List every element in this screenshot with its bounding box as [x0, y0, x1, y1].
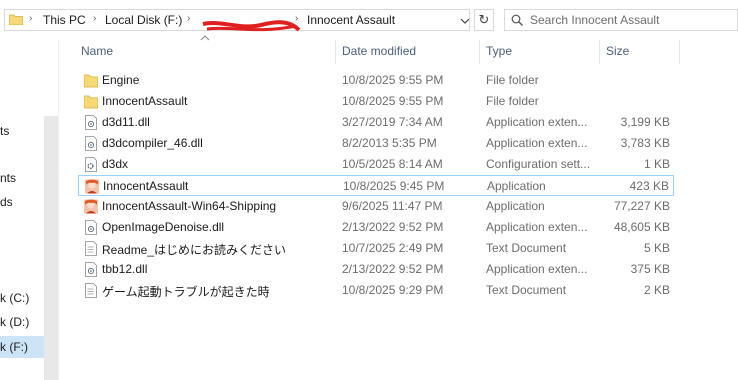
file-size: 375 KB	[630, 262, 670, 276]
file-row[interactable]: d3d11.dll 3/27/2019 7:34 AM Application ex…	[78, 112, 674, 133]
file-name: d3dx	[102, 157, 129, 171]
file-date-modified: 10/8/2025 9:45 PM	[343, 179, 445, 193]
nav-item-drive-c[interactable]: k (C:)	[0, 291, 29, 305]
file-name: OpenImageDenoise.dll	[102, 220, 225, 234]
file-row[interactable]: d3dx 10/5/2025 8:14 AM Configuration sett.…	[78, 154, 674, 175]
nav-scrollbar[interactable]	[44, 116, 58, 380]
file-date-modified: 9/6/2025 11:47 PM	[342, 199, 443, 213]
file-row[interactable]: tbb12.dll 2/13/2022 9:52 PM Application ex…	[78, 259, 674, 280]
file-type: Configuration sett...	[486, 157, 591, 171]
file-date-modified: 10/7/2025 2:49 PM	[342, 241, 444, 255]
file-name: InnocentAssault	[103, 179, 189, 193]
pane-divider[interactable]	[58, 40, 59, 380]
column-header-type[interactable]: Type	[486, 44, 512, 58]
file-size: 48,605 KB	[613, 220, 670, 234]
refresh-icon: ↻	[478, 12, 490, 27]
folder-icon	[84, 95, 98, 109]
refresh-button[interactable]: ↻	[474, 9, 494, 31]
file-row[interactable]: ゲーム起動トラブルが起きた時 10/8/2025 9:29 PM Text Docu…	[78, 280, 674, 301]
chevron-right-icon[interactable]: ›	[295, 13, 298, 24]
file-type: Text Document	[486, 241, 567, 255]
game-app-icon	[85, 179, 99, 194]
column-header-name[interactable]: Name	[81, 44, 113, 58]
file-row[interactable]: Engine 10/8/2025 9:55 PM File folder	[78, 70, 674, 91]
nav-item[interactable]: ts	[0, 124, 9, 138]
file-date-modified: 10/8/2025 9:55 PM	[342, 94, 444, 108]
chevron-right-icon[interactable]: ›	[29, 13, 32, 24]
file-name: d3dcompiler_46.dll	[102, 136, 203, 150]
file-name: tbb12.dll	[102, 262, 148, 276]
file-row[interactable]: d3dcompiler_46.dll 8/2/2013 5:35 PM Applic…	[78, 133, 674, 154]
chevron-right-icon[interactable]: ›	[187, 13, 190, 24]
file-type: Application exten...	[486, 136, 588, 150]
file-name: InnocentAssault	[102, 94, 188, 108]
file-size: 77,227 KB	[613, 199, 670, 213]
search-input[interactable]: Search Innocent Assault	[530, 13, 659, 27]
game-app-icon	[84, 199, 98, 214]
file-name: Engine	[102, 73, 140, 87]
breadcrumb-this-pc[interactable]: This PC	[43, 13, 86, 27]
file-type: Application exten...	[486, 115, 588, 129]
search-icon	[511, 14, 523, 26]
file-date-modified: 2/13/2022 9:52 PM	[342, 262, 444, 276]
chevron-right-icon[interactable]: ›	[93, 13, 96, 24]
file-type: File folder	[486, 73, 539, 87]
redaction-scribble	[202, 20, 301, 32]
file-name: d3d11.dll	[102, 115, 150, 129]
file-row[interactable]: InnocentAssault-Win64-Shipping 9/6/2025 1…	[78, 196, 674, 217]
file-type: Application exten...	[486, 262, 588, 276]
file-type: Application exten...	[486, 220, 588, 234]
navigation-pane: ts nts ds k (C:) k (D:) k (F:)	[0, 40, 44, 380]
text-file-icon	[85, 241, 97, 256]
column-divider[interactable]	[479, 40, 480, 64]
dll-file-icon	[85, 262, 97, 277]
file-size: 3,783 KB	[620, 136, 670, 150]
file-type: Application	[487, 179, 546, 193]
file-type: Text Document	[486, 283, 567, 297]
folder-icon	[9, 14, 23, 25]
breadcrumb-current-folder[interactable]: Innocent Assault	[307, 13, 395, 27]
file-size: 1 KB	[643, 157, 670, 171]
nav-item-drive-f[interactable]: k (F:)	[0, 336, 44, 358]
address-bar[interactable]: › This PC › Local Disk (F:) › › Innocent…	[4, 9, 471, 32]
column-divider[interactable]	[335, 40, 336, 64]
file-size: 423 KB	[629, 179, 669, 193]
column-header-date-modified[interactable]: Date modified	[342, 44, 416, 58]
column-header-size[interactable]: Size	[606, 44, 629, 58]
file-size: 3,199 KB	[620, 115, 670, 129]
dll-file-icon	[85, 220, 97, 235]
sort-ascending-icon	[200, 35, 210, 41]
file-row[interactable]: OpenImageDenoise.dll 2/13/2022 9:52 PM App…	[78, 217, 674, 238]
file-name: ゲーム起動トラブルが起きた時	[102, 285, 270, 299]
file-row[interactable]: InnocentAssault 10/8/2025 9:55 PM File fol…	[78, 91, 674, 112]
file-row[interactable]: Readme_はじめにお読みください 10/7/2025 2:49 PM Text …	[78, 238, 674, 259]
file-date-modified: 10/8/2025 9:29 PM	[342, 283, 444, 297]
dll-file-icon	[85, 136, 97, 151]
file-name: Readme_はじめにお読みください	[102, 243, 287, 257]
folder-icon	[84, 74, 98, 88]
column-divider[interactable]	[599, 40, 600, 64]
text-file-icon	[85, 283, 97, 298]
file-date-modified: 3/27/2019 7:34 AM	[342, 115, 443, 129]
nav-item[interactable]: ds	[0, 195, 13, 209]
file-type: Application	[486, 199, 545, 213]
file-name: InnocentAssault-Win64-Shipping	[102, 199, 277, 213]
file-date-modified: 8/2/2013 5:35 PM	[342, 136, 437, 150]
dll-file-icon	[85, 115, 97, 130]
file-date-modified: 2/13/2022 9:52 PM	[342, 220, 444, 234]
file-row[interactable]: InnocentAssault 10/8/2025 9:45 PM Applicat…	[78, 175, 674, 196]
column-divider[interactable]	[679, 40, 680, 64]
config-file-icon	[85, 157, 97, 172]
file-date-modified: 10/8/2025 9:55 PM	[342, 73, 444, 87]
file-size: 2 KB	[643, 283, 670, 297]
nav-item-drive-d[interactable]: k (D:)	[0, 315, 29, 329]
breadcrumb-local-disk[interactable]: Local Disk (F:)	[105, 13, 182, 27]
address-row: › This PC › Local Disk (F:) › › Innocent…	[0, 0, 738, 40]
file-type: File folder	[486, 94, 539, 108]
search-box[interactable]: Search Innocent Assault	[504, 9, 738, 31]
chevron-down-icon[interactable]	[459, 16, 471, 26]
nav-item[interactable]: nts	[0, 171, 16, 185]
file-date-modified: 10/5/2025 8:14 AM	[342, 157, 443, 171]
file-size: 5 KB	[643, 241, 670, 255]
